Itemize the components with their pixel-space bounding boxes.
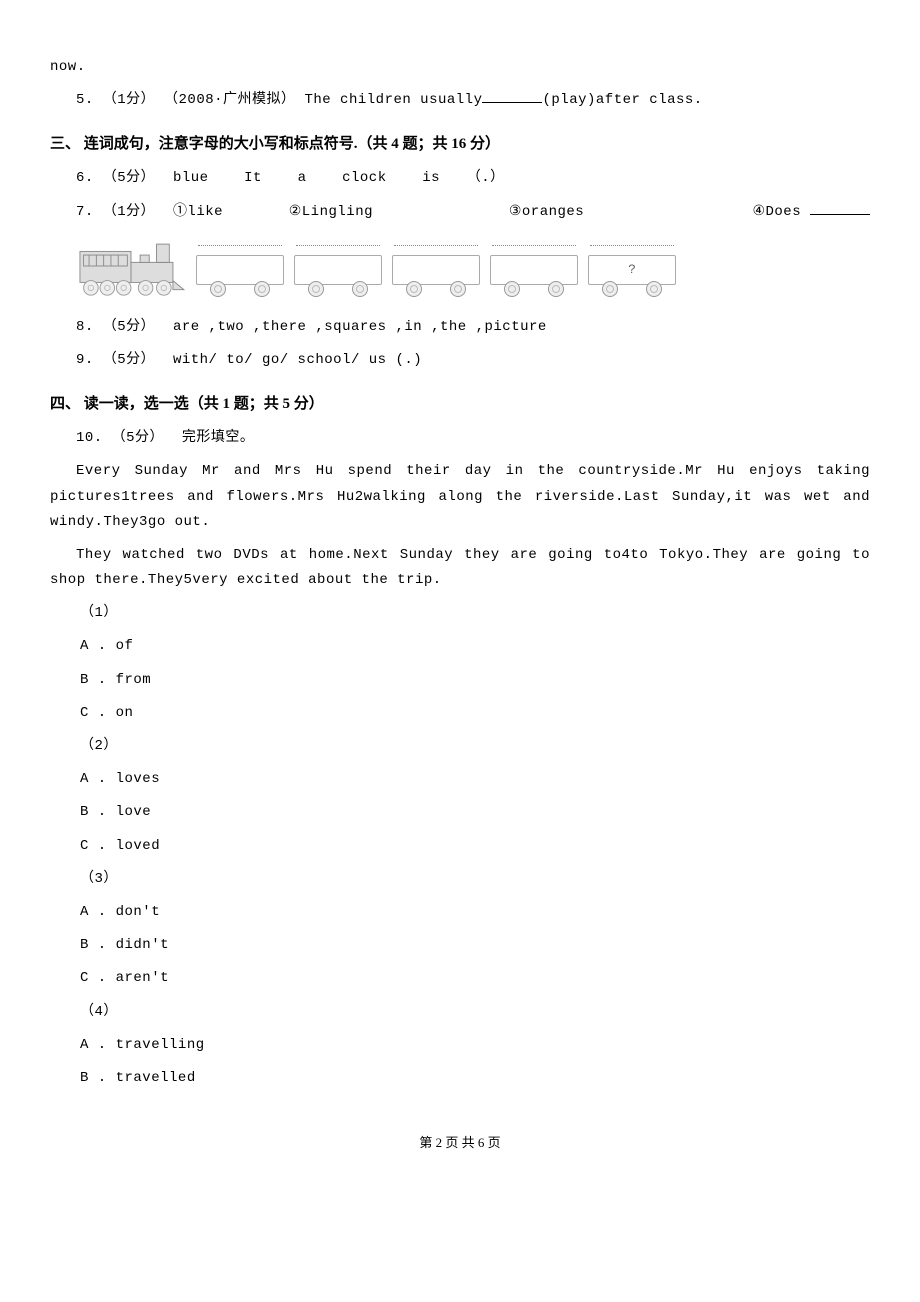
choice-b[interactable]: B . travelled bbox=[50, 1066, 870, 1091]
choice-c[interactable]: C . aren't bbox=[50, 966, 870, 991]
word: ④Does bbox=[752, 204, 801, 220]
q-type: 完形填空。 bbox=[182, 430, 255, 446]
question-5: 5. （1分） （2008·广州模拟） The children usually… bbox=[50, 88, 870, 113]
q-words: with/ to/ go/ school/ us (.) bbox=[173, 352, 422, 368]
choice-a[interactable]: A . don't bbox=[50, 900, 870, 925]
q-pts: （1分） bbox=[103, 204, 155, 220]
wagon bbox=[196, 249, 284, 297]
wagon bbox=[294, 249, 382, 297]
word: It bbox=[244, 170, 262, 186]
question-8: 8. （5分） are ,two ,there ,squares ,in ,th… bbox=[50, 315, 870, 340]
choice-b[interactable]: B . from bbox=[50, 668, 870, 693]
q-pts: （5分） bbox=[103, 319, 155, 335]
wagon bbox=[490, 249, 578, 297]
section-4-title: 四、 读一读，选一选（共 1 题；共 5 分） bbox=[50, 391, 870, 418]
q-text-before: The children usually bbox=[304, 92, 482, 108]
choice-a[interactable]: A . travelling bbox=[50, 1033, 870, 1058]
group-num: （1） bbox=[50, 601, 870, 626]
word: clock bbox=[342, 170, 387, 186]
locomotive-icon bbox=[76, 235, 186, 297]
wagon: ? bbox=[588, 249, 676, 297]
word: blue bbox=[173, 170, 209, 186]
group-num: （4） bbox=[50, 1000, 870, 1025]
q-words: are ,two ,there ,squares ,in ,the ,pictu… bbox=[173, 319, 547, 335]
q-num: 8. bbox=[76, 319, 94, 335]
q-pts: （5分） bbox=[103, 352, 155, 368]
q-pts: （5分） bbox=[103, 170, 155, 186]
train-image: ? bbox=[76, 235, 870, 297]
group-num: （2） bbox=[50, 734, 870, 759]
cloze-paragraph-2: They watched two DVDs at home.Next Sunda… bbox=[50, 543, 870, 593]
q-num: 10. bbox=[76, 430, 103, 446]
word: ①like bbox=[173, 204, 223, 220]
question-10: 10. （5分） 完形填空。 bbox=[50, 426, 870, 451]
q-num: 5. bbox=[76, 92, 94, 108]
q-pts: （5分） bbox=[112, 430, 164, 446]
choice-a[interactable]: A . of bbox=[50, 634, 870, 659]
page-footer: 第 2 页 共 6 页 bbox=[50, 1131, 870, 1154]
group-num: （3） bbox=[50, 867, 870, 892]
question-9: 9. （5分） with/ to/ go/ school/ us (.) bbox=[50, 348, 870, 373]
choice-b[interactable]: B . didn't bbox=[50, 933, 870, 958]
cloze-paragraph-1: Every Sunday Mr and Mrs Hu spend their d… bbox=[50, 459, 870, 535]
choice-c[interactable]: C . on bbox=[50, 701, 870, 726]
q-num: 9. bbox=[76, 352, 94, 368]
fill-blank[interactable] bbox=[482, 88, 542, 103]
q-num: 6. bbox=[76, 170, 94, 186]
wagon bbox=[392, 249, 480, 297]
word: ②Lingling bbox=[223, 200, 439, 225]
word: is bbox=[422, 170, 440, 186]
q-num: 7. bbox=[76, 204, 94, 220]
fill-blank[interactable] bbox=[810, 200, 870, 215]
q-year: （2008·广州模拟） bbox=[164, 92, 296, 108]
word: ③oranges bbox=[439, 200, 655, 225]
section-3-title: 三、 连词成句，注意字母的大小写和标点符号.（共 4 题；共 16 分） bbox=[50, 131, 870, 158]
question-7: 7. （1分） ①like ②Lingling ③oranges ④Does bbox=[50, 200, 870, 225]
q-pts: （1分） bbox=[103, 92, 155, 108]
choice-a[interactable]: A . loves bbox=[50, 767, 870, 792]
choice-b[interactable]: B . love bbox=[50, 800, 870, 825]
choice-c[interactable]: C . loved bbox=[50, 834, 870, 859]
question-6: 6. （5分） blue It a clock is （.） bbox=[50, 166, 870, 191]
word: （.） bbox=[467, 170, 505, 186]
q-text-after: (play)after class. bbox=[542, 92, 702, 108]
word: a bbox=[298, 170, 307, 186]
hanging-text: now. bbox=[50, 55, 870, 80]
